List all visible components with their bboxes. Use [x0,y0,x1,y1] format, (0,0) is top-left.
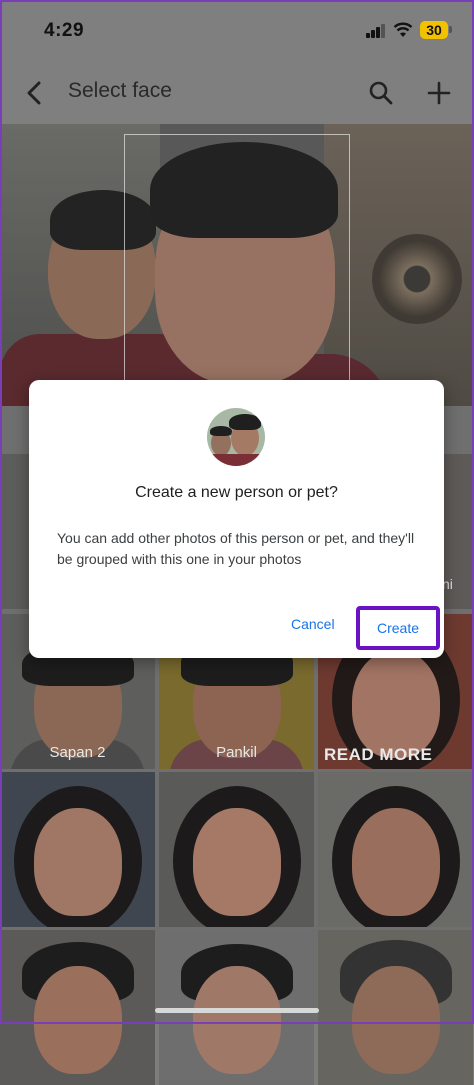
face-selection-box[interactable] [124,134,350,384]
wifi-icon [393,22,413,37]
signal-icon [366,24,386,38]
dialog-message: You can add other photos of this person … [57,530,415,567]
battery-level: 30 [426,22,442,38]
dialog-title: Create a new person or pet? [135,484,338,501]
face-tile-label: Sapan 2 [49,744,106,761]
face-tile[interactable] [159,772,314,927]
create-person-dialog: Create a new person or pet? You can add … [29,380,444,658]
add-icon[interactable] [424,78,454,108]
read-more-overlay: READ MORE [324,745,433,764]
back-arrow-icon[interactable] [18,76,52,110]
avatar [207,408,265,466]
create-button-label: Create [376,620,420,636]
status-bar: 4:29 30 [0,0,474,62]
face-tile[interactable] [318,930,473,1085]
app-bar: Select face [0,62,474,124]
face-photo [0,124,474,406]
create-button[interactable]: Create [356,606,440,650]
face-tile[interactable] [318,772,473,927]
home-indicator[interactable] [155,1008,319,1013]
background-decoration [372,234,462,324]
search-icon[interactable] [366,78,396,108]
battery-icon: 30 [420,21,448,39]
page-title: Select face [68,79,172,102]
cancel-button[interactable]: Cancel [291,616,335,632]
battery-cap [449,26,452,33]
face-tile[interactable] [0,772,155,927]
face-tile[interactable] [0,930,155,1085]
face-tile-label: Pankil [216,744,257,761]
status-time: 4:29 [44,20,85,41]
